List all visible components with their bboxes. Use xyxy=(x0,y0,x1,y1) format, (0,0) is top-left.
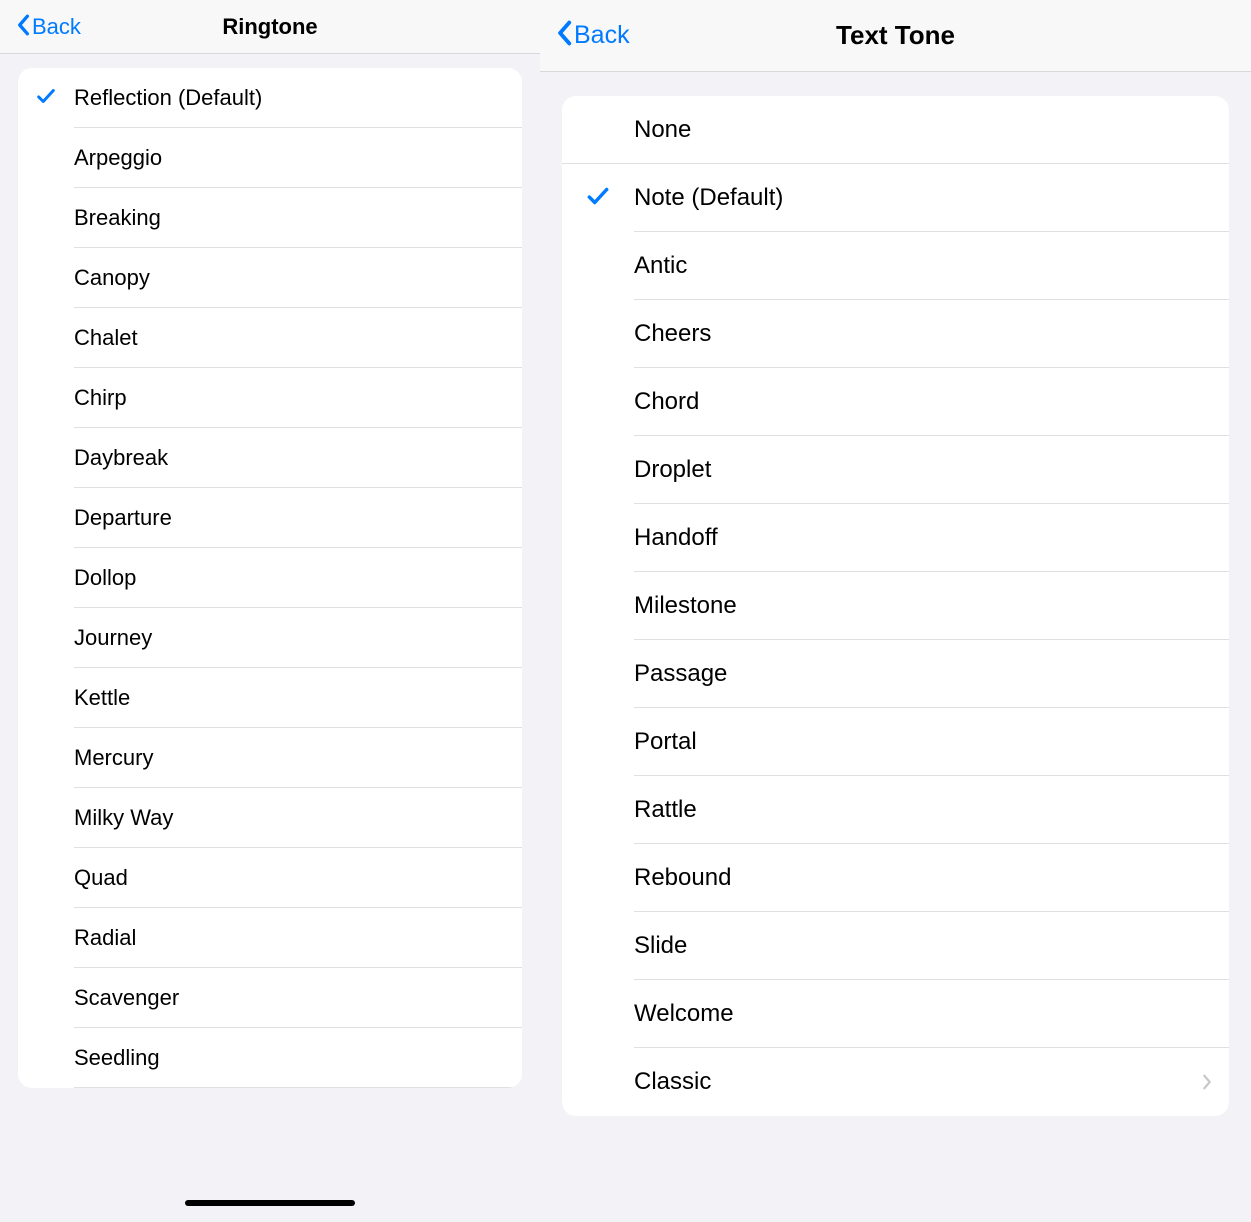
checkmark-icon xyxy=(585,183,611,214)
list-item[interactable]: Breaking xyxy=(18,188,522,248)
list-item[interactable]: Departure xyxy=(18,488,522,548)
separator xyxy=(74,1087,522,1088)
list-item[interactable]: Milky Way xyxy=(18,788,522,848)
content-area: Reflection (Default) Arpeggio Breaking Cano… xyxy=(0,54,540,1222)
list-item-label: Canopy xyxy=(74,265,506,291)
chevron-left-icon xyxy=(556,20,572,52)
list-item[interactable]: Classic xyxy=(562,1048,1229,1116)
list-item[interactable]: None xyxy=(562,96,1229,164)
list-item[interactable]: Passage xyxy=(562,640,1229,708)
home-indicator[interactable] xyxy=(185,1200,355,1206)
list-item-label: Handoff xyxy=(634,524,1213,552)
list-item[interactable]: Mercury xyxy=(18,728,522,788)
list-item[interactable]: Arpeggio xyxy=(18,128,522,188)
chevron-left-icon xyxy=(16,14,30,40)
list-item-label: Milestone xyxy=(634,592,1213,620)
list-item[interactable]: Slide xyxy=(562,912,1229,980)
list-item[interactable]: Radial xyxy=(18,908,522,968)
list-item-label: Kettle xyxy=(74,685,506,711)
checkmark-icon xyxy=(35,85,57,112)
back-button[interactable]: Back xyxy=(16,14,81,40)
list-item-label: Breaking xyxy=(74,205,506,231)
list-item-label: Milky Way xyxy=(74,805,506,831)
list-item[interactable]: Journey xyxy=(18,608,522,668)
navbar: Back Text Tone xyxy=(540,0,1251,72)
list-item-label: Slide xyxy=(634,932,1213,960)
list-item-label: Seedling xyxy=(74,1045,506,1071)
chevron-right-icon xyxy=(1201,1067,1213,1098)
list-item[interactable]: Canopy xyxy=(18,248,522,308)
list-item[interactable]: Kettle xyxy=(18,668,522,728)
list-item-label: Radial xyxy=(74,925,506,951)
back-button[interactable]: Back xyxy=(556,20,630,52)
list-item-label: Chord xyxy=(634,388,1213,416)
list-item-label: Welcome xyxy=(634,1000,1213,1028)
list-item-label: Passage xyxy=(634,660,1213,688)
list-item[interactable]: Cheers xyxy=(562,300,1229,368)
list-item-label: Chalet xyxy=(74,325,506,351)
list-item[interactable]: Rattle xyxy=(562,776,1229,844)
list-item[interactable]: Daybreak xyxy=(18,428,522,488)
list-item-label: None xyxy=(634,116,1213,144)
list-item[interactable]: Antic xyxy=(562,232,1229,300)
navbar: Back Ringtone xyxy=(0,0,540,54)
back-label: Back xyxy=(574,21,630,50)
list-item-label: Classic xyxy=(634,1068,1201,1096)
list-item[interactable]: Milestone xyxy=(562,572,1229,640)
texttone-list: None Note (Default) Antic Cheers Chord Drople… xyxy=(562,96,1229,1116)
list-item-label: Arpeggio xyxy=(74,145,506,171)
list-item-label: Note (Default) xyxy=(634,184,1213,212)
list-item-label: Rattle xyxy=(634,796,1213,824)
list-item-label: Rebound xyxy=(634,864,1213,892)
page-title: Ringtone xyxy=(222,14,317,40)
check-column xyxy=(562,183,634,214)
list-item[interactable]: Note (Default) xyxy=(562,164,1229,232)
list-item[interactable]: Dollop xyxy=(18,548,522,608)
list-item-label: Droplet xyxy=(634,456,1213,484)
list-item-label: Cheers xyxy=(634,320,1213,348)
list-item-label: Portal xyxy=(634,728,1213,756)
list-item-label: Antic xyxy=(634,252,1213,280)
texttone-screen: Back Text Tone None Note (Default) Antic Ch… xyxy=(540,0,1251,1222)
list-item-label: Dollop xyxy=(74,565,506,591)
list-item-label: Mercury xyxy=(74,745,506,771)
list-item[interactable]: Handoff xyxy=(562,504,1229,572)
check-column xyxy=(18,85,74,112)
list-item[interactable]: Scavenger xyxy=(18,968,522,1028)
list-item-label: Chirp xyxy=(74,385,506,411)
list-item[interactable]: Chirp xyxy=(18,368,522,428)
list-item-label: Reflection (Default) xyxy=(74,85,506,111)
content-area: None Note (Default) Antic Cheers Chord Drople… xyxy=(540,72,1251,1222)
list-item[interactable]: Chalet xyxy=(18,308,522,368)
ringtone-screen: Back Ringtone Reflection (Default) Arpegg… xyxy=(0,0,540,1222)
page-title: Text Tone xyxy=(836,20,955,51)
list-item-label: Scavenger xyxy=(74,985,506,1011)
ringtone-list: Reflection (Default) Arpeggio Breaking Cano… xyxy=(18,68,522,1088)
list-item[interactable]: Welcome xyxy=(562,980,1229,1048)
list-item[interactable]: Droplet xyxy=(562,436,1229,504)
back-label: Back xyxy=(32,14,81,40)
list-item[interactable]: Portal xyxy=(562,708,1229,776)
list-item-label: Departure xyxy=(74,505,506,531)
list-item[interactable]: Chord xyxy=(562,368,1229,436)
list-item[interactable]: Quad xyxy=(18,848,522,908)
list-item-label: Journey xyxy=(74,625,506,651)
list-item[interactable]: Seedling xyxy=(18,1028,522,1088)
list-item[interactable]: Reflection (Default) xyxy=(18,68,522,128)
list-item-label: Daybreak xyxy=(74,445,506,471)
list-item[interactable]: Rebound xyxy=(562,844,1229,912)
list-item-label: Quad xyxy=(74,865,506,891)
